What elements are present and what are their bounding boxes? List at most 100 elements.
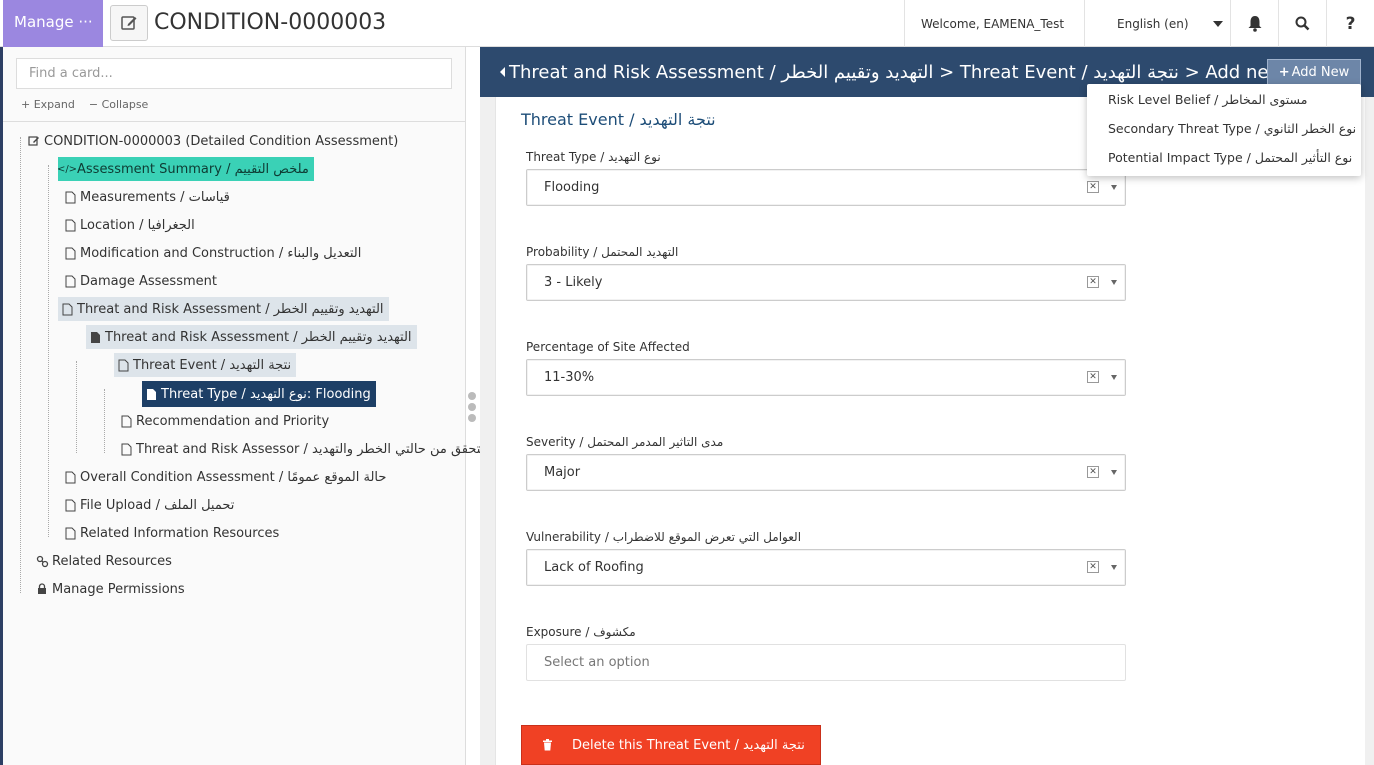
- tree-node-label: Location / الجغرافيا: [80, 217, 195, 233]
- chevron-down-icon: [1111, 565, 1117, 570]
- tree-node-root[interactable]: CONDITION-0000003 (Detailed Condition As…: [25, 129, 403, 153]
- edit-icon: [121, 16, 137, 30]
- vulnerability-select[interactable]: Lack of Roofing ✕: [526, 549, 1126, 586]
- probability-select[interactable]: 3 - Likely ✕: [526, 264, 1126, 301]
- dropdown-item-potential-impact[interactable]: Potential Impact Type / نوع التأثير المح…: [1108, 150, 1352, 165]
- tree-node-threat-event[interactable]: Threat Event / نتجة التهديد: [114, 353, 297, 377]
- expand-all-button[interactable]: + Expand: [21, 98, 75, 111]
- severity-select[interactable]: Major ✕: [526, 454, 1126, 491]
- more-dots-icon: ···: [78, 13, 93, 31]
- grip-dot: [468, 392, 476, 400]
- tree-node-label: Threat and Risk Assessment / التهديد وتق…: [105, 329, 412, 345]
- collapse-all-button[interactable]: − Collapse: [89, 98, 148, 111]
- select-value: Lack of Roofing: [544, 560, 644, 575]
- add-new-label: Add New: [1291, 65, 1350, 80]
- dropdown-item-risk-level[interactable]: Risk Level Belief / مستوى المخاطر: [1108, 92, 1307, 107]
- field-label-vulnerability: Vulnerability / العوامل التي تعرض الموقع…: [526, 530, 802, 544]
- help-icon: ?: [1345, 13, 1356, 34]
- clear-icon[interactable]: ✕: [1087, 466, 1099, 478]
- manage-label: Manage: [14, 13, 74, 31]
- tree-node-manage-permissions[interactable]: Manage Permissions: [33, 577, 190, 601]
- grip-dot: [468, 403, 476, 411]
- dropdown-item-secondary-threat[interactable]: Secondary Threat Type / نوع الخطر الثانو…: [1108, 121, 1356, 136]
- chevron-left-icon[interactable]: [500, 67, 505, 77]
- card-title: Threat Event / نتجة التهديد: [521, 110, 716, 129]
- tree-node-label: Overall Condition Assessment / حالة المو…: [80, 469, 387, 485]
- tree-node-label: Assessment Summary / ملخص التقييم: [77, 161, 309, 177]
- tree-connector: [76, 361, 77, 453]
- language-selector[interactable]: English (en): [1084, 0, 1230, 47]
- clear-icon[interactable]: ✕: [1087, 276, 1099, 288]
- file-icon: [63, 246, 77, 260]
- exposure-select[interactable]: Select an option: [526, 644, 1126, 681]
- delete-card-button[interactable]: Delete this Threat Event / نتجة التهديد: [521, 725, 821, 765]
- code-icon: </>: [56, 163, 78, 175]
- help-button[interactable]: ?: [1326, 0, 1374, 47]
- tree-connector: [48, 165, 49, 537]
- find-card-input[interactable]: [16, 58, 452, 89]
- tree-node-recommendation[interactable]: Recommendation and Priority: [117, 409, 334, 433]
- file-icon: [119, 414, 133, 428]
- edit-resource-button[interactable]: [110, 5, 148, 41]
- percentage-select[interactable]: 11-30% ✕: [526, 359, 1126, 396]
- tree-node-overall-condition[interactable]: Overall Condition Assessment / حالة المو…: [61, 465, 391, 489]
- bell-icon: [1248, 16, 1261, 32]
- chevron-down-icon: [1111, 470, 1117, 475]
- tree-node-file-upload[interactable]: File Upload / تحميل الملف: [61, 493, 239, 517]
- tree-node-damage-assessment[interactable]: Damage Assessment: [61, 269, 222, 293]
- threat-type-select[interactable]: Flooding ✕: [526, 169, 1126, 206]
- tree-node-label: Recommendation and Priority: [136, 413, 330, 429]
- add-new-button[interactable]: + Add New: [1267, 59, 1361, 86]
- tree-node-label: Threat Event / نتجة التهديد: [133, 357, 292, 373]
- panel-resize-handle[interactable]: [467, 392, 477, 422]
- tree-node-label: Modification and Construction / التعديل …: [80, 245, 362, 261]
- chevron-down-icon: [1111, 185, 1117, 190]
- tree-node-label: Related Resources: [52, 553, 172, 569]
- tree-node-location[interactable]: Location / الجغرافيا: [61, 213, 200, 237]
- search-button[interactable]: [1278, 0, 1326, 47]
- notifications-button[interactable]: [1230, 0, 1278, 47]
- language-label: English (en): [1117, 16, 1189, 31]
- chevron-down-icon: [1111, 375, 1117, 380]
- lock-icon: [35, 582, 49, 596]
- tree-node-threat-risk-assessor[interactable]: Threat and Risk Assessor / المتحقق من حا…: [117, 437, 501, 461]
- tree-node-threat-type[interactable]: Threat Type / نوع التهديد: Flooding: [142, 381, 376, 407]
- tree-node-label: Threat and Risk Assessor / المتحقق من حا…: [136, 441, 496, 457]
- breadcrumb[interactable]: Threat and Risk Assessment / التهديد وتق…: [509, 62, 1299, 83]
- field-label-threat-type: Threat Type / نوع التهديد: [526, 150, 661, 164]
- clear-icon[interactable]: ✕: [1087, 561, 1099, 573]
- tree-node-related-resources[interactable]: Related Resources: [33, 549, 177, 573]
- tree-controls: + Expand − Collapse: [21, 98, 148, 111]
- tree-node-threat-risk-assessment[interactable]: Threat and Risk Assessment / التهديد وتق…: [58, 297, 389, 321]
- tree-node-label: Damage Assessment: [80, 273, 217, 289]
- field-label-severity: Severity / مدى التاثير المدمر المحتمل: [526, 435, 724, 449]
- tree-node-label: CONDITION-0000003 (Detailed Condition As…: [44, 133, 399, 149]
- tree-node-measurements[interactable]: Measurements / قياسات: [61, 185, 235, 209]
- tree-node-label: Manage Permissions: [52, 581, 185, 597]
- file-icon: [144, 387, 158, 401]
- chevron-down-icon: [1111, 280, 1117, 285]
- tree-node-modification[interactable]: Modification and Construction / التعديل …: [61, 241, 366, 265]
- tree-connector: [104, 389, 105, 453]
- file-filled-icon: [88, 330, 102, 344]
- chevron-down-icon: [1212, 20, 1223, 27]
- card-tree-panel: + Expand − Collapse CONDITION-0000003 (D…: [3, 47, 496, 765]
- tree-node-related-information[interactable]: Related Information Resources: [61, 521, 284, 545]
- tree-node-label: Related Information Resources: [80, 525, 280, 541]
- card-form: Threat Event / نتجة التهديد Threat Type …: [495, 97, 1365, 765]
- file-icon: [63, 218, 77, 232]
- user-welcome[interactable]: Welcome, EAMENA_Test: [904, 0, 1084, 47]
- select-value: Flooding: [544, 180, 600, 195]
- clear-icon[interactable]: ✕: [1087, 371, 1099, 383]
- plus-icon: +: [1278, 65, 1290, 80]
- select-value: 11-30%: [544, 370, 595, 385]
- field-label-probability: Probability / التهديد المحتمل: [526, 245, 679, 259]
- trash-icon: [522, 739, 572, 751]
- file-icon: [63, 190, 77, 204]
- manage-menu-button[interactable]: Manage ···: [3, 0, 103, 47]
- tree-node-threat-risk-assessment-child[interactable]: Threat and Risk Assessment / التهديد وتق…: [86, 325, 417, 349]
- select-value: Major: [544, 465, 581, 480]
- collapse-label: Collapse: [101, 98, 149, 111]
- clear-icon[interactable]: ✕: [1087, 181, 1099, 193]
- tree-node-assessment-summary[interactable]: </> Assessment Summary / ملخص التقييم: [56, 157, 314, 181]
